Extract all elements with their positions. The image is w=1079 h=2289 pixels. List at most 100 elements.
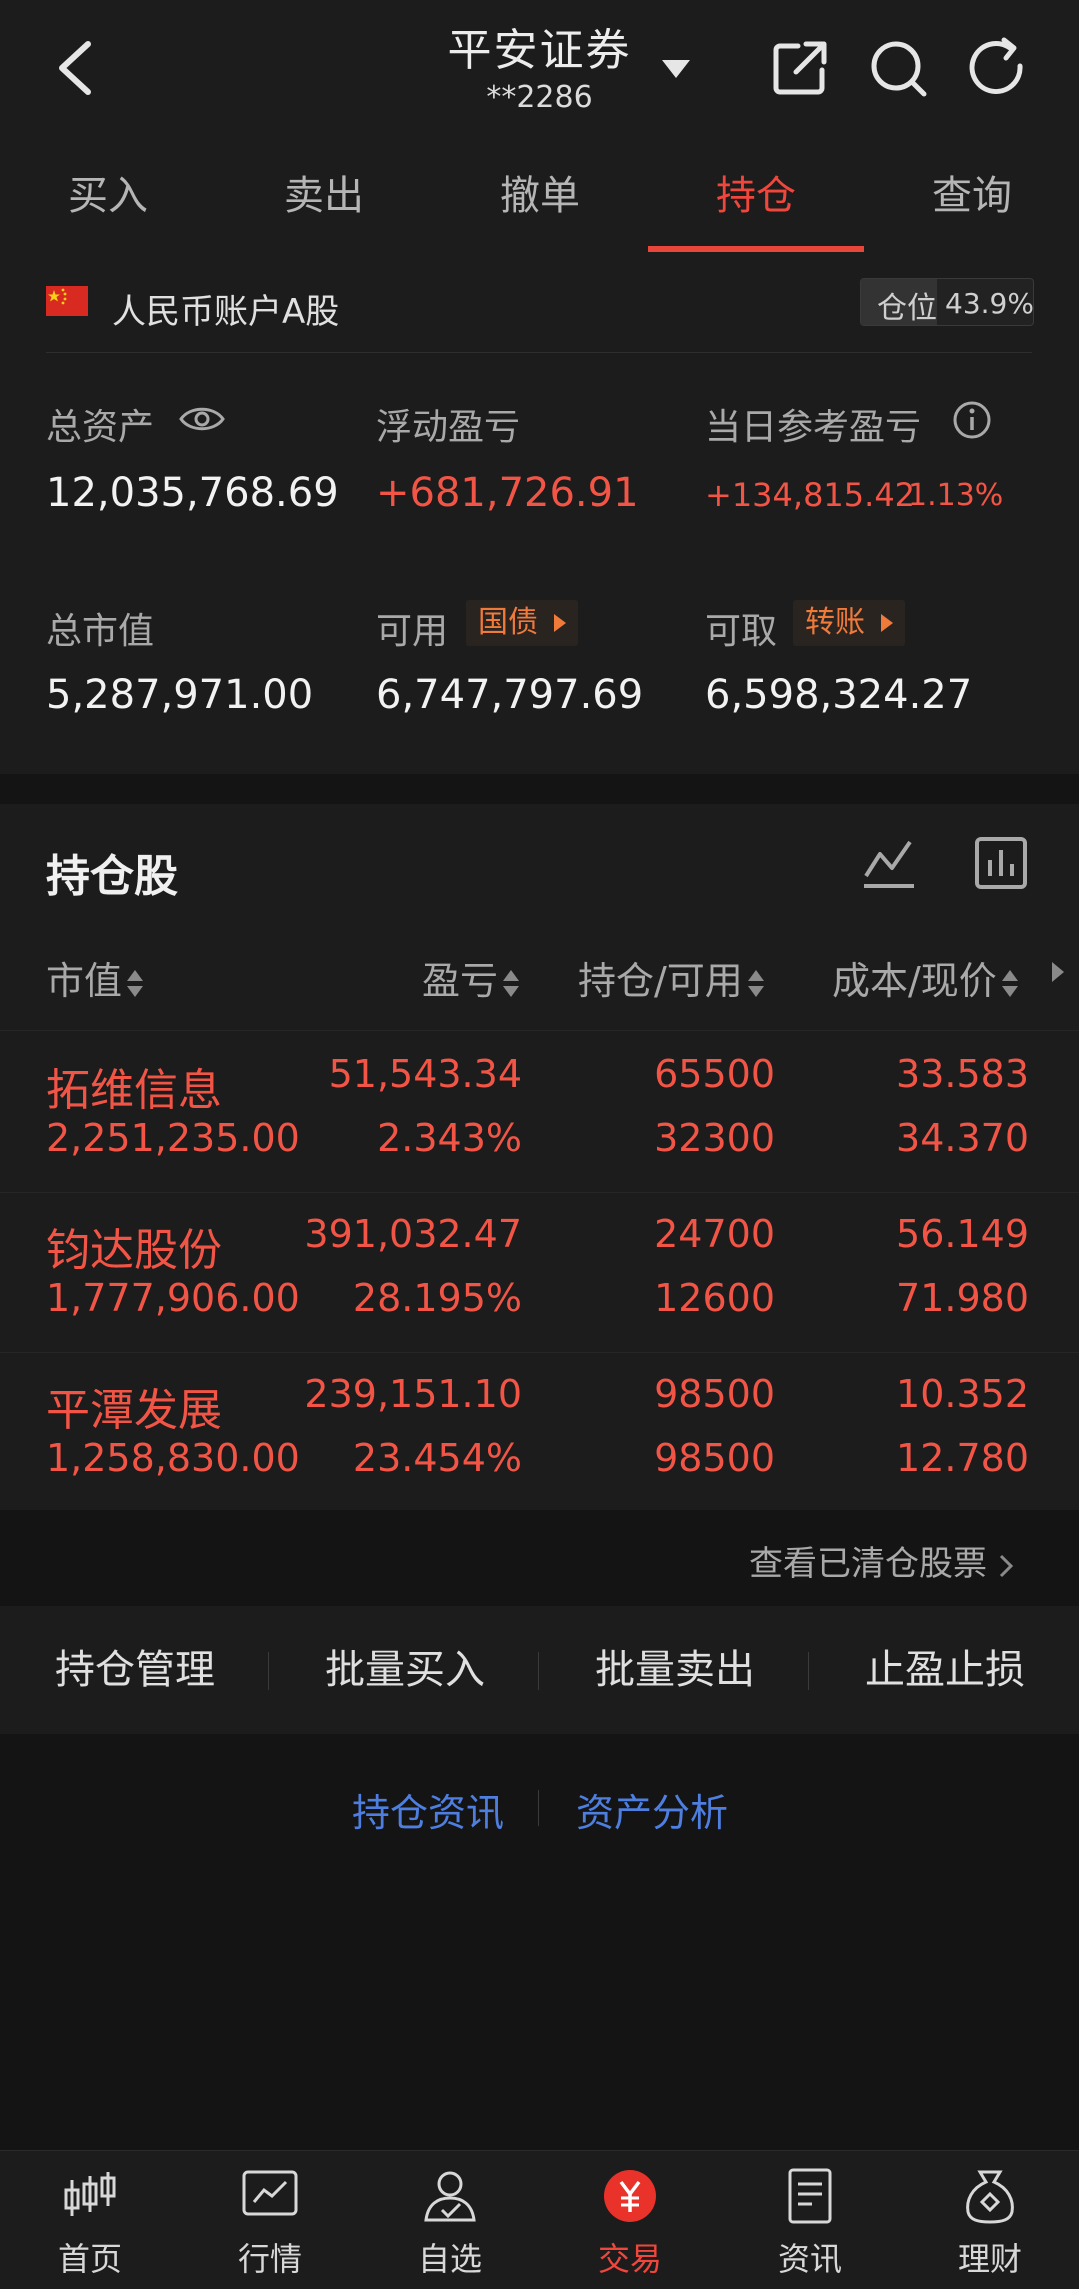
col-position[interactable]: 持仓/可用 (578, 950, 765, 1005)
stock-cost: 10.352 (896, 1372, 1029, 1416)
stock-pl: 391,032.47 (304, 1212, 522, 1256)
sort-icon (747, 966, 765, 1002)
tab-cancel[interactable]: 撤单 (432, 140, 648, 252)
stock-pl-percent: 2.343% (377, 1116, 522, 1160)
stock-available: 98500 (654, 1436, 775, 1480)
tab-buy[interactable]: 买入 (0, 140, 216, 252)
col-position-label: 持仓/可用 (578, 959, 743, 1003)
sort-icon (126, 966, 144, 1002)
divider (538, 1652, 539, 1690)
holding-row[interactable]: 拓维信息 2,251,235.00 51,543.34 2.343% 65500… (0, 1032, 1079, 1192)
nav-wealth[interactable]: 理财 (900, 2150, 1079, 2288)
yuan-icon (604, 2170, 656, 2222)
sort-icon (1001, 966, 1019, 1002)
batch-buy-button[interactable]: 批量买入 (270, 1606, 540, 1734)
stock-market-value: 1,777,906.00 (46, 1276, 300, 1320)
user-check-icon (424, 2171, 476, 2222)
refresh-icon[interactable] (966, 36, 1030, 100)
market-value-label: 总市值 (46, 611, 155, 652)
bar-chart-icon[interactable] (974, 836, 1028, 890)
col-pl-label: 盈亏 (422, 959, 499, 1003)
view-cleared-label: 查看已清仓股票 (749, 1544, 987, 1584)
stock-market-value: 2,251,235.00 (46, 1116, 300, 1160)
nav-home[interactable]: 首页 (0, 2150, 180, 2288)
col-market-value-label: 市值 (46, 959, 123, 1003)
floating-pl-label: 浮动盈亏 (376, 407, 521, 448)
stock-price: 71.980 (896, 1276, 1029, 1320)
stock-name: 平潭发展 (46, 1385, 222, 1436)
divider (808, 1652, 809, 1690)
chevron-down-icon[interactable] (660, 56, 692, 80)
nav-label: 资讯 (777, 2240, 842, 2278)
share-icon[interactable] (768, 36, 832, 100)
candlestick-icon (64, 2172, 116, 2216)
holding-row[interactable]: 钧达股份 1,777,906.00 391,032.47 28.195% 247… (0, 1192, 1079, 1352)
nav-news[interactable]: 资讯 (720, 2150, 900, 2288)
nav-label: 自选 (417, 2240, 482, 2278)
position-ratio-badge: 仓位 43.9% (860, 278, 1034, 326)
tab-sell[interactable]: 卖出 (216, 140, 432, 252)
holding-news-link[interactable]: 持仓资讯 (352, 1782, 504, 1837)
divider (268, 1652, 269, 1690)
tab-query[interactable]: 查询 (864, 140, 1079, 252)
stock-pl: 51,543.34 (328, 1052, 522, 1096)
total-assets-label: 总资产 (46, 407, 155, 448)
col-pl[interactable]: 盈亏 (422, 950, 520, 1005)
divider (0, 1030, 1079, 1031)
position-ratio-value: 43.9% (945, 287, 1034, 320)
nav-trade[interactable]: 交易 (540, 2150, 720, 2288)
stock-price: 34.370 (896, 1116, 1029, 1160)
manage-positions-button[interactable]: 持仓管理 (0, 1606, 270, 1734)
nav-label: 行情 (237, 2240, 302, 2278)
divider (538, 1790, 539, 1826)
tab-positions[interactable]: 持仓 (648, 140, 864, 252)
treasury-bond-tag-label: 国债 (478, 605, 538, 640)
stock-position: 98500 (654, 1372, 775, 1416)
china-flag-icon (46, 286, 88, 316)
nav-watchlist[interactable]: 自选 (360, 2150, 540, 2288)
available-label: 可用 (376, 611, 449, 652)
nav-label: 理财 (957, 2240, 1022, 2278)
caret-right-icon (554, 614, 566, 632)
stock-price: 12.780 (896, 1436, 1029, 1480)
money-bag-icon (966, 2170, 1014, 2224)
transfer-tag-label: 转账 (805, 605, 865, 640)
nav-label: 首页 (57, 2240, 122, 2278)
account-type-label: 人民币账户A股 (112, 292, 340, 332)
withdrawable-label: 可取 (705, 611, 778, 652)
document-icon (788, 2168, 832, 2224)
batch-sell-button[interactable]: 批量卖出 (540, 1606, 810, 1734)
search-icon[interactable] (866, 36, 930, 100)
stock-name: 钧达股份 (46, 1225, 222, 1276)
daily-pl-value: +134,815.42 (705, 476, 916, 514)
market-value: 5,287,971.00 (46, 672, 314, 718)
floating-pl-value: +681,726.91 (376, 470, 639, 516)
line-chart-icon[interactable] (862, 836, 916, 890)
caret-right-icon (881, 614, 893, 632)
col-cost-price-label: 成本/现价 (832, 959, 997, 1003)
nav-market[interactable]: 行情 (180, 2150, 360, 2288)
stock-market-value: 1,258,830.00 (46, 1436, 300, 1480)
view-cleared-stocks-link[interactable]: 查看已清仓股票 (749, 1536, 1023, 1585)
col-cost-price[interactable]: 成本/现价 (832, 950, 1019, 1005)
eye-icon[interactable] (178, 402, 226, 436)
stock-available: 32300 (654, 1116, 775, 1160)
available-value: 6,747,797.69 (376, 672, 644, 718)
daily-pl-percent: 1.13% (908, 478, 1004, 513)
holding-row[interactable]: 平潭发展 1,258,830.00 239,151.10 23.454% 985… (0, 1352, 1079, 1512)
transfer-tag[interactable]: 转账 (793, 600, 905, 646)
position-ratio-label: 仓位 (877, 291, 937, 326)
info-icon[interactable] (952, 400, 992, 440)
treasury-bond-tag[interactable]: 国债 (466, 600, 578, 646)
asset-analysis-link[interactable]: 资产分析 (576, 1782, 728, 1837)
stock-pl: 239,151.10 (304, 1372, 522, 1416)
withdrawable-value: 6,598,324.27 (705, 672, 973, 718)
col-market-value[interactable]: 市值 (46, 950, 144, 1005)
stop-profit-loss-button[interactable]: 止盈止损 (810, 1606, 1079, 1734)
nav-label: 交易 (597, 2240, 662, 2278)
caret-right-icon[interactable] (1050, 960, 1066, 984)
trade-tabs: 买入 卖出 撤单 持仓 查询 (0, 140, 1079, 253)
total-assets-value: 12,035,768.69 (46, 470, 339, 516)
holdings-title: 持仓股 (46, 851, 178, 902)
stock-available: 12600 (654, 1276, 775, 1320)
